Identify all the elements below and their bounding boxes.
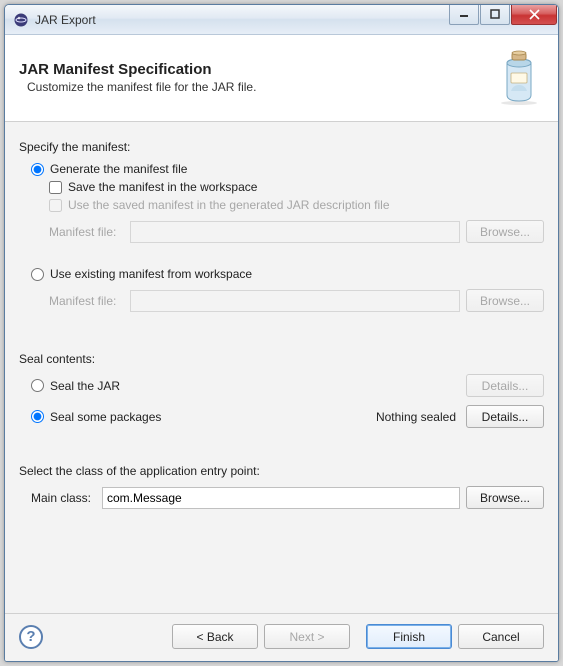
dialog-window: JAR Export JAR Manifest Specification Cu… [4, 4, 559, 662]
main-class-input[interactable] [102, 487, 460, 509]
use-existing-manifest-option[interactable]: Use existing manifest from workspace [31, 267, 544, 281]
main-class-label: Main class: [31, 491, 96, 505]
specify-manifest-label: Specify the manifest: [19, 140, 544, 154]
main-class-section-label: Select the class of the application entr… [19, 464, 544, 478]
seal-jar-label: Seal the JAR [50, 379, 120, 393]
generate-manifest-option[interactable]: Generate the manifest file [31, 162, 544, 176]
maximize-button[interactable] [480, 5, 510, 25]
manifest-file-input-1 [130, 221, 460, 243]
minimize-button[interactable] [449, 5, 479, 25]
manifest-file-input-2 [130, 290, 460, 312]
manifest-browse-button-2: Browse... [466, 289, 544, 312]
seal-contents-label: Seal contents: [19, 352, 544, 366]
manifest-browse-button-1: Browse... [466, 220, 544, 243]
next-button: Next > [264, 624, 350, 649]
save-manifest-checkbox[interactable] [49, 181, 62, 194]
main-class-browse-button[interactable]: Browse... [466, 486, 544, 509]
title-bar[interactable]: JAR Export [5, 5, 558, 35]
seal-jar-radio[interactable] [31, 379, 44, 392]
generate-manifest-label: Generate the manifest file [50, 162, 187, 176]
cancel-button[interactable]: Cancel [458, 624, 544, 649]
back-button[interactable]: < Back [172, 624, 258, 649]
seal-jar-details-button: Details... [466, 374, 544, 397]
manifest-file-label-1: Manifest file: [49, 225, 124, 239]
seal-some-details-button[interactable]: Details... [466, 405, 544, 428]
generate-manifest-radio[interactable] [31, 163, 44, 176]
page-title: JAR Manifest Specification [19, 61, 494, 78]
seal-some-radio[interactable] [31, 410, 44, 423]
wizard-header: JAR Manifest Specification Customize the… [5, 35, 558, 122]
help-icon[interactable]: ? [19, 625, 43, 649]
jar-icon [494, 47, 544, 107]
finish-button[interactable]: Finish [366, 624, 452, 649]
seal-some-label: Seal some packages [50, 410, 161, 424]
manifest-file-label-2: Manifest file: [49, 294, 124, 308]
save-manifest-option[interactable]: Save the manifest in the workspace [49, 180, 544, 194]
eclipse-icon [13, 12, 29, 28]
window-controls [448, 5, 558, 25]
window-title: JAR Export [35, 13, 448, 27]
close-button[interactable] [511, 5, 557, 25]
page-subtitle: Customize the manifest file for the JAR … [19, 80, 494, 94]
use-saved-manifest-checkbox [49, 199, 62, 212]
save-manifest-label: Save the manifest in the workspace [68, 180, 257, 194]
use-saved-manifest-option: Use the saved manifest in the generated … [49, 198, 544, 212]
wizard-content: Specify the manifest: Generate the manif… [5, 122, 558, 613]
use-saved-manifest-label: Use the saved manifest in the generated … [68, 198, 390, 212]
seal-some-status: Nothing sealed [376, 410, 456, 424]
use-existing-manifest-label: Use existing manifest from workspace [50, 267, 252, 281]
button-bar: ? < Back Next > Finish Cancel [5, 613, 558, 661]
use-existing-manifest-radio[interactable] [31, 268, 44, 281]
